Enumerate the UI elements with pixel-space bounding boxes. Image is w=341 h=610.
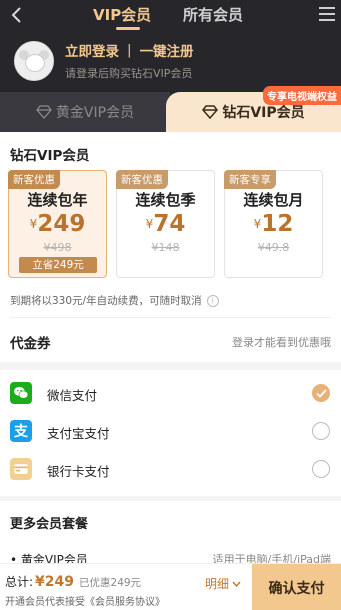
radio-checked[interactable] <box>312 384 330 402</box>
vip-tier-tabs: 黄金VIP会员 钻石VIP会员 专享电视端权益 <box>0 86 341 132</box>
plan-tag: 新客优惠 <box>8 170 60 189</box>
plan-monthly[interactable]: 新客专享 连续包月 ¥12 ¥49.8 <box>224 170 323 278</box>
more-packages-title: 更多会员套餐 <box>10 517 89 532</box>
separator: | <box>127 42 132 58</box>
plan-price: ¥74 <box>145 211 186 237</box>
tab-vip[interactable]: VIP会员 <box>93 4 151 25</box>
detail-button[interactable]: 明细 <box>205 575 241 592</box>
plan-price: ¥12 <box>253 211 294 237</box>
plan-yearly[interactable]: 新客优惠 连续包年 ¥249 ¥498 立省249元 <box>8 170 107 278</box>
renew-note: 到期将以330元/年自动续费，可随时取消 i <box>10 293 219 308</box>
header: VIP会员 所有会员 立即登录 | 一键注册 请登录后购买钻石VIP会员 黄金V… <box>0 0 341 132</box>
payment-label: 微信支付 <box>47 388 98 403</box>
plan-name: 连续包年 <box>27 191 88 209</box>
discount-text: 已优惠249元 <box>79 577 142 589</box>
top-nav: VIP会员 所有会员 <box>0 0 341 30</box>
wechat-pay-icon <box>10 382 32 404</box>
plan-tag: 新客优惠 <box>116 170 168 189</box>
check-icon <box>316 389 327 398</box>
bank-card-icon <box>10 458 32 480</box>
tab-diamond-vip[interactable]: 钻石VIP会员 专享电视端权益 <box>166 86 341 132</box>
radio-unchecked[interactable] <box>312 460 330 478</box>
payment-label: 银行卡支付 <box>47 464 110 479</box>
total-amount: ¥249 <box>35 574 75 590</box>
plan-name: 连续包月 <box>243 191 304 209</box>
confirm-pay-button[interactable]: 确认支付 <box>252 564 341 610</box>
plan-original-price: ¥148 <box>151 241 180 254</box>
divider <box>10 317 331 318</box>
gold-tab-label: 黄金VIP会员 <box>55 105 135 121</box>
coupon-hint[interactable]: 登录才能看到优惠哦 <box>232 334 331 350</box>
radio-unchecked[interactable] <box>312 422 330 440</box>
payment-label: 支付宝支付 <box>47 426 110 441</box>
payment-option-alipay[interactable]: 支 支付宝支付 <box>0 417 341 447</box>
total-label: 总计: <box>5 575 34 589</box>
section-title: 钻石VIP会员 <box>10 148 90 164</box>
coupon-label: 代金券 <box>10 336 51 352</box>
chevron-down-icon <box>232 581 241 587</box>
register-link[interactable]: 一键注册 <box>140 40 194 60</box>
alipay-icon: 支 <box>10 420 32 442</box>
tv-benefit-badge: 专享电视端权益 <box>263 86 341 105</box>
user-login-area[interactable]: 立即登录 | 一键注册 请登录后购买钻石VIP会员 <box>14 40 194 81</box>
plan-original-price: ¥49.8 <box>257 241 290 254</box>
menu-icon[interactable] <box>319 7 335 21</box>
section-gap <box>0 362 341 370</box>
plan-name: 连续包季 <box>135 191 196 209</box>
back-button[interactable] <box>8 5 26 25</box>
avatar <box>14 40 54 81</box>
detail-label: 明细 <box>205 577 230 591</box>
diamond-icon <box>202 105 219 119</box>
plan-quarterly[interactable]: 新客优惠 连续包季 ¥74 ¥148 <box>116 170 215 278</box>
login-link[interactable]: 立即登录 <box>65 40 119 60</box>
tab-all-members[interactable]: 所有会员 <box>183 4 243 25</box>
login-hint: 请登录后购买钻石VIP会员 <box>65 67 193 80</box>
agreement-link[interactable]: 开通会员代表接受《会员服务协议》 <box>5 593 165 608</box>
payment-option-wechat[interactable]: 微信支付 <box>0 379 341 409</box>
payment-option-bank-card[interactable]: 银行卡支付 <box>0 455 341 485</box>
tab-underline <box>116 27 140 30</box>
total: 总计: ¥249 已优惠249元 <box>5 573 141 590</box>
info-icon[interactable]: i <box>206 294 219 307</box>
plan-tag: 新客专享 <box>224 170 276 189</box>
gold-diamond-icon <box>36 105 52 119</box>
plan-original-price: ¥498 <box>43 241 72 254</box>
diamond-tab-label: 钻石VIP会员 <box>222 105 305 121</box>
plan-savings-badge: 立省249元 <box>19 257 97 273</box>
plan-price: ¥249 <box>29 211 86 237</box>
more-packages: 更多会员套餐 • 黄金VIP会员 适用于电脑/手机/iPad端 <box>0 501 341 571</box>
tab-gold-vip[interactable]: 黄金VIP会员 <box>0 92 170 132</box>
checkout-bar: 总计: ¥249 已优惠249元 开通会员代表接受《会员服务协议》 明细 确认支… <box>0 563 341 610</box>
chevron-left-icon <box>11 7 21 23</box>
purchase-card: 钻石VIP会员 新客优惠 连续包年 ¥249 ¥498 立省249元 新客优惠 … <box>0 132 341 501</box>
renew-note-text: 到期将以330元/年自动续费，可随时取消 <box>10 295 202 307</box>
